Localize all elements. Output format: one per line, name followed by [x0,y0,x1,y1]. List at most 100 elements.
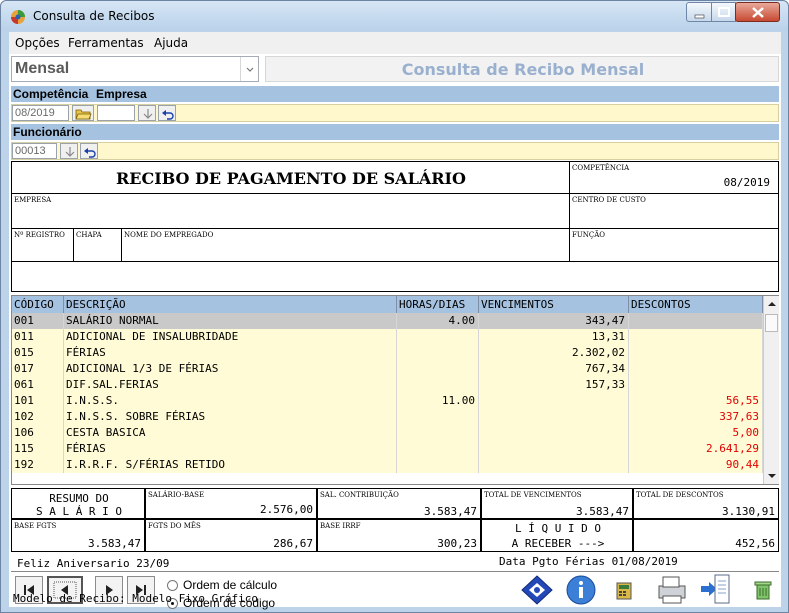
col-vencimentos: VENCIMENTOS [479,296,629,313]
calculator-button[interactable] [609,576,639,606]
close-button[interactable] [735,2,780,22]
cell-code: 192 [12,457,64,473]
scroll-down-icon[interactable] [764,468,780,484]
export-button[interactable] [697,572,733,606]
cell-code: 011 [12,329,64,345]
table-row[interactable]: 011 ADICIONAL DE INSALUBRIDADE 13,31 [12,329,763,345]
base-fgts-label: BASE FGTS [14,522,57,530]
cell-code: 106 [12,425,64,441]
cell-desc-val [629,377,763,393]
client-area: Opções Ferramentas Ajuda Mensal Consulta… [9,32,781,610]
app-icon [11,10,25,24]
cell-desc: I.N.S.S. SOBRE FÉRIAS [64,409,397,425]
menu-ajuda[interactable]: Ajuda [154,36,188,50]
competencia-cell: COMPETÊNCIA 08/2019 [570,162,778,194]
empresa-input[interactable] [97,105,135,121]
total-desc-label: TOTAL DE DESCONTOS [636,491,724,499]
view-select-value: Mensal [15,60,70,77]
page-title: Consulta de Recibo Mensal [401,60,645,79]
table-row[interactable]: 015 FÉRIAS 2.302,02 [12,345,763,361]
cell-desc-val: 56,55 [629,393,763,409]
delete-button[interactable] [749,576,777,606]
fgts-mes-cell: FGTS DO MÊS 286,67 [145,519,317,552]
col-descontos: DESCONTOS [629,296,763,313]
grid-scrollbar[interactable] [763,296,779,484]
sal-contrib-cell: SAL. CONTRIBUIÇÃO 3.583,47 [317,488,481,519]
menu-opcoes[interactable]: Opções [15,36,60,50]
empresa-lookup-button[interactable] [138,105,156,121]
cell-hours [397,457,479,473]
menu-bar: Opções Ferramentas Ajuda [9,32,781,54]
cell-code: 102 [12,409,64,425]
base-irrf-label: BASE IRRF [320,522,361,530]
earnings-grid: CÓDIGO DESCRIÇÃO HORAS/DIAS VENCIMENTOS … [11,295,779,485]
liquido-line2: A RECEBER ---> [511,537,605,550]
cell-desc: DIF.SAL.FERIAS [64,377,397,393]
print-button[interactable] [653,572,689,606]
cell-venc [479,425,629,441]
chapa-label: CHAPA [76,231,102,239]
cell-hours [397,329,479,345]
cell-venc [479,457,629,473]
cell-hours [397,361,479,377]
maximize-button[interactable] [711,2,736,22]
empresa-label: Empresa [96,87,147,101]
scroll-up-icon[interactable] [764,296,780,312]
funcionario-undo-button[interactable] [80,143,98,159]
competencia-input[interactable]: 08/2019 [12,105,69,121]
minimize-button[interactable] [686,2,712,22]
cell-desc: ADICIONAL DE INSALUBRIDADE [64,329,397,345]
funcionario-input[interactable]: 00013 [12,143,57,159]
cell-hours [397,425,479,441]
cell-desc-val: 2.641,29 [629,441,763,457]
empresa-undo-button[interactable] [158,105,176,121]
liquido-line1: L Í Q U I D O [514,522,602,535]
title-bar[interactable]: Consulta de Recibos [1,1,788,31]
registro-label: Nº REGISTRO [14,231,65,239]
table-row[interactable]: 001 SALÁRIO NORMAL 4.00 343,47 [12,313,763,329]
resumo-line1: RESUMO DO [49,492,109,505]
cell-hours [397,441,479,457]
funcionario-lookup-button[interactable] [60,143,78,159]
centro-custo-label: CENTRO DE CUSTO [572,196,646,204]
table-row[interactable]: 115 FÉRIAS 2.641,29 [12,441,763,457]
cell-code: 061 [12,377,64,393]
cell-venc [479,409,629,425]
summary-section: RESUMO DO S A L Á R I O SALÁRIO-BASE 2.5… [11,488,779,552]
resumo-line2: S A L Á R I O [35,505,123,518]
cell-desc-val [629,313,763,329]
chapa-cell: CHAPA [74,229,122,262]
cell-venc: 343,47 [479,313,629,329]
table-row[interactable]: 192 I.R.R.F. S/FÉRIAS RETIDO 90,44 [12,457,763,473]
empresa-cell: EMPRESA [12,194,570,229]
cell-desc-val [629,345,763,361]
header-title-box: Consulta de Recibo Mensal [265,56,779,82]
open-folder-button[interactable] [72,105,94,121]
info-button[interactable] [563,574,599,606]
calculator-icon [616,582,632,600]
cell-code: 115 [12,441,64,457]
table-row[interactable]: 017 ADICIONAL 1/3 DE FÉRIAS 767,34 [12,361,763,377]
nome-label: NOME DO EMPREGADO [124,231,214,239]
view-select-arrow[interactable] [240,57,258,81]
table-row[interactable]: 102 I.N.S.S. SOBRE FÉRIAS 337,63 [12,409,763,425]
cell-code: 017 [12,361,64,377]
order-calculo-label: Ordem de cálculo [183,578,278,592]
navigate-button[interactable] [519,574,555,606]
view-select[interactable]: Mensal [11,56,259,82]
table-row[interactable]: 106 CESTA BASICA 5,00 [12,425,763,441]
centro-custo-cell: CENTRO DE CUSTO [570,194,778,229]
order-calculo-radio[interactable] [167,580,178,591]
cell-desc-val: 337,63 [629,409,763,425]
table-row[interactable]: 101 I.N.S.S. 11.00 56,55 [12,393,763,409]
cell-desc: FÉRIAS [64,345,397,361]
menu-ferramentas[interactable]: Ferramentas [68,36,144,50]
competencia-empresa-row: 08/2019 [11,104,779,122]
info-icon [566,575,596,605]
cell-desc: FÉRIAS [64,441,397,457]
table-row[interactable]: 061 DIF.SAL.FERIAS 157,33 [12,377,763,393]
cell-desc-val [629,329,763,345]
nome-cell: NOME DO EMPREGADO [122,229,570,262]
competencia-cell-label: COMPETÊNCIA [572,164,630,172]
scroll-thumb[interactable] [765,314,778,332]
